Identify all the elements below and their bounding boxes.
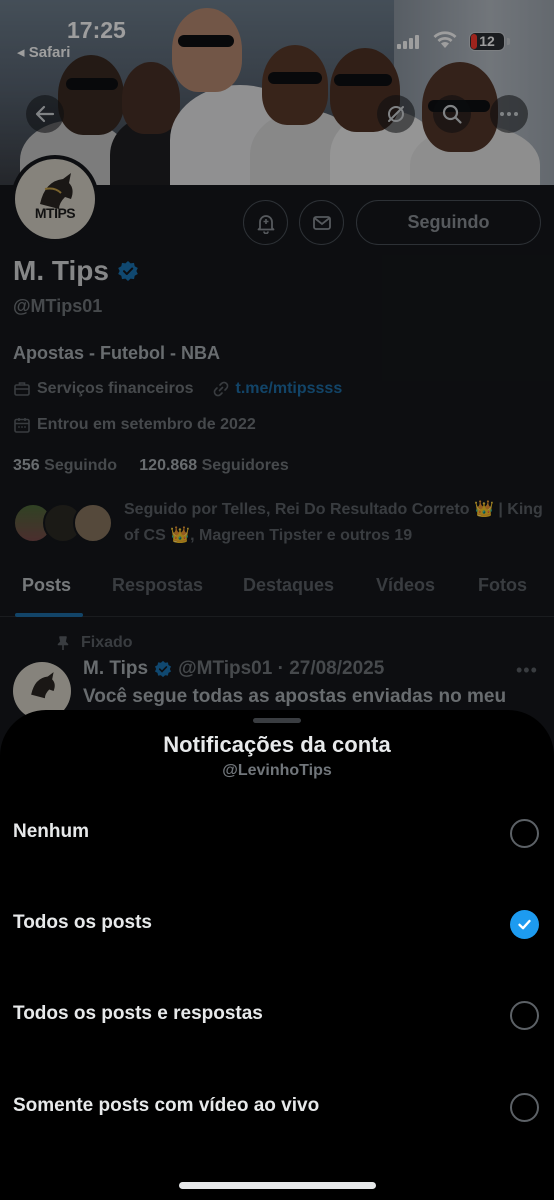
sheet-subtitle: @LevinhoTips xyxy=(222,762,332,779)
radio-unchecked-icon[interactable] xyxy=(510,1093,539,1122)
radio-unchecked-icon[interactable] xyxy=(510,819,539,848)
checkmark-icon xyxy=(518,919,531,930)
option-live-video-only[interactable]: Somente posts com vídeo ao vivo xyxy=(0,1072,554,1142)
radio-checked-icon[interactable] xyxy=(510,910,539,939)
sheet-title: Notificações da conta xyxy=(163,732,391,757)
option-all-posts[interactable]: Todos os posts xyxy=(0,889,554,959)
account-notifications-sheet: Notificações da conta @LevinhoTips Nenhu… xyxy=(0,710,554,1200)
sheet-grabber[interactable] xyxy=(253,718,301,723)
home-indicator[interactable] xyxy=(179,1182,376,1189)
option-all-posts-and-replies[interactable]: Todos os posts e respostas xyxy=(0,980,554,1050)
option-label: Todos os posts e respostas xyxy=(13,1003,263,1024)
option-label: Todos os posts xyxy=(13,912,152,933)
option-none[interactable]: Nenhum xyxy=(0,798,554,868)
option-label: Nenhum xyxy=(13,821,89,842)
option-label: Somente posts com vídeo ao vivo xyxy=(13,1095,320,1116)
radio-unchecked-icon[interactable] xyxy=(510,1001,539,1030)
